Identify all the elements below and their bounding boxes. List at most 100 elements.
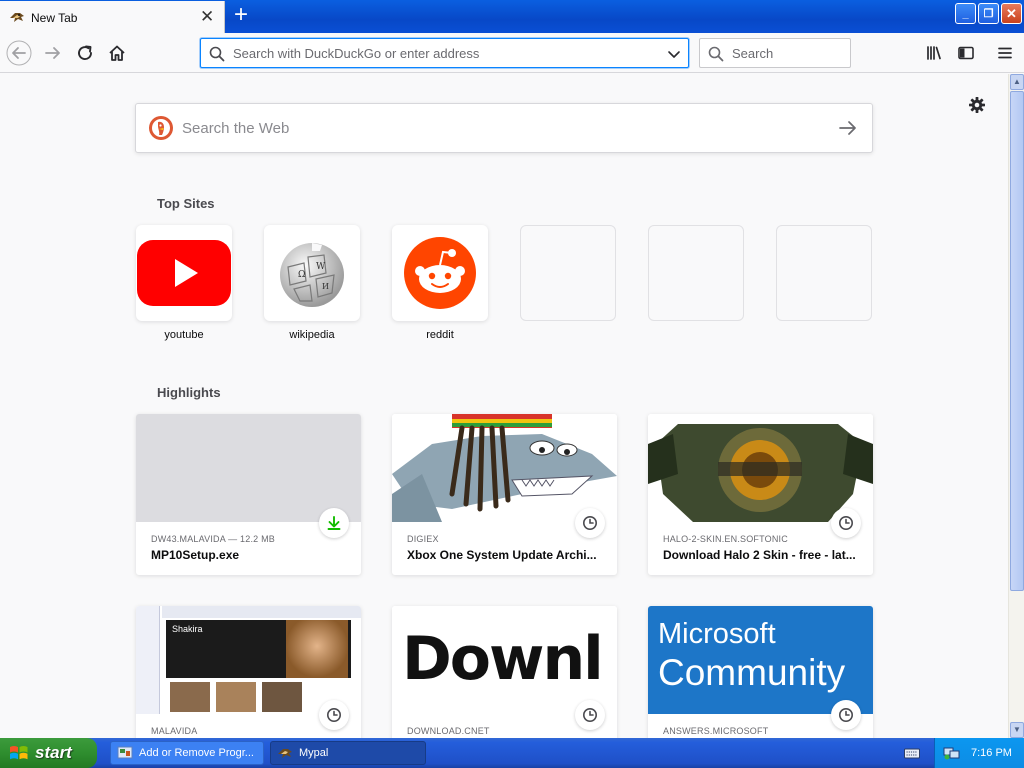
windows-taskbar: start Add or Remove Progr... Mypal 7:16 … [0,738,1024,768]
highlight-title: Xbox One System Update Archi... [407,548,597,562]
library-icon [927,46,941,60]
top-site-wikipedia[interactable]: Ω W И wikipedia [264,225,360,341]
highlight-source: DOWNLOAD.CNET [407,726,490,736]
taskbar-item-mypal[interactable]: Mypal [270,741,426,765]
highlight-thumbnail [392,414,617,522]
mypal-icon [10,13,24,22]
minimize-button[interactable]: _ [955,3,976,24]
top-site-empty[interactable] [520,225,616,321]
web-search-input[interactable] [182,118,782,138]
top-site-reddit[interactable]: reddit [392,225,488,341]
highlights-heading: Highlights [157,385,221,400]
control-panel-icon [117,746,133,759]
scrollbar-thumb[interactable] [1010,91,1024,591]
top-site-label: wikipedia [289,329,335,341]
highlight-thumbnail: Downl [392,606,617,714]
scroll-up-button[interactable]: ▲ [1010,74,1024,90]
reload-button[interactable] [72,40,98,66]
navigation-toolbar [0,33,1024,73]
highlight-thumbnail: Microsoft Community [648,606,873,714]
cartoon-shark-image [392,414,617,522]
top-sites-grid: youtube Ω W И wikipedia reddit [136,225,876,355]
new-tab-button[interactable]: + [231,3,251,27]
menu-button[interactable] [992,40,1018,66]
search-input[interactable] [732,44,842,62]
gear-icon[interactable] [966,94,988,116]
highlight-source: ANSWERS.MICROSOFT [663,726,769,736]
empty-tile[interactable] [648,225,744,321]
reload-icon [78,45,92,60]
highlight-card[interactable]: DW43.MALAVIDA — 12.2 MB MP10Setup.exe [136,414,361,575]
top-site-youtube[interactable]: youtube [136,225,232,341]
highlight-meta: DIGIEX Xbox One System Update Archi... [392,522,617,575]
highlight-source: DW43.MALAVIDA — 12.2 MB [151,534,275,544]
highlight-meta: HALO-2-SKIN.EN.SOFTONIC Download Halo 2 … [648,522,873,575]
taskbar-item-label: Mypal [299,747,329,759]
sidebar-icon [958,46,974,60]
address-input[interactable] [233,44,653,62]
search-icon [209,46,225,62]
taskbar-item-label: Add or Remove Progr... [139,747,254,759]
taskbar-item-add-remove[interactable]: Add or Remove Progr... [110,741,264,765]
highlight-source: MALAVIDA [151,726,198,736]
top-site-label: youtube [164,329,204,341]
highlight-title: MP10Setup.exe [151,548,240,562]
tab-close-icon[interactable]: ✕ [200,8,214,26]
start-button[interactable]: start [0,738,97,768]
arrow-right-icon[interactable] [838,119,858,137]
network-icon[interactable] [943,745,961,761]
top-site-tile[interactable] [136,225,232,321]
svg-text:И: И [322,282,329,291]
highlight-card[interactable]: Downl DOWNLOAD.CNET [392,606,617,738]
scroll-down-button[interactable]: ▼ [1010,722,1024,738]
duckduckgo-logo [149,116,173,140]
system-tray: 7:16 PM [934,738,1024,768]
highlight-card[interactable]: DIGIEX Xbox One System Update Archi... [392,414,617,575]
back-button[interactable] [6,40,32,66]
svg-text:W: W [316,262,326,272]
home-icon [109,45,125,61]
search-bar[interactable] [699,38,851,68]
wikipedia-logo: Ω W И [280,243,344,307]
keyboard-icon[interactable] [904,746,920,760]
vertical-scrollbar[interactable]: ▲ ▼ [1008,74,1024,738]
back-arrow-icon [6,40,32,66]
halo-skin-image [648,424,873,522]
restore-button[interactable]: ❐ [978,3,999,24]
top-site-empty[interactable] [648,225,744,321]
top-sites-heading: Top Sites [157,196,215,211]
close-window-button[interactable]: ✕ [1001,3,1022,24]
tab-title: New Tab [31,11,78,25]
mypal-icon [278,749,292,758]
empty-tile[interactable] [776,225,872,321]
chevron-down-icon[interactable] [666,46,682,62]
highlight-meta: DW43.MALAVIDA — 12.2 MB MP10Setup.exe [136,522,361,575]
forward-button[interactable] [40,40,66,66]
clock: 7:16 PM [971,747,1012,759]
reddit-logo [404,237,476,309]
highlight-card[interactable]: HALO-2-SKIN.EN.SOFTONIC Download Halo 2 … [648,414,873,575]
highlight-card[interactable]: Shakira MALAVIDA [136,606,361,738]
top-site-empty[interactable] [776,225,872,321]
thumbnail-text-line1: Microsoft [658,618,776,650]
thumbnail-text: Downl [402,624,604,694]
highlight-meta: ANSWERS.MICROSOFT [648,714,873,738]
highlight-card[interactable]: Microsoft Community ANSWERS.MICROSOFT [648,606,873,738]
top-site-tile[interactable]: Ω W И [264,225,360,321]
search-icon [708,46,724,62]
home-button[interactable] [104,40,130,66]
sidebar-button[interactable] [953,40,979,66]
empty-tile[interactable] [520,225,616,321]
web-search-box[interactable] [135,103,873,153]
top-site-tile[interactable] [392,225,488,321]
tab-new-tab[interactable]: New Tab ✕ [0,1,225,33]
new-tab-page: Top Sites youtube [0,74,1008,738]
start-label: start [35,743,72,762]
highlight-thumbnail [136,414,361,522]
window-titlebar: New Tab ✕ + _ ❐ ✕ [0,0,1024,33]
svg-text:Ω: Ω [298,270,305,280]
forward-arrow-icon [45,47,60,59]
highlight-meta: MALAVIDA [136,714,361,738]
library-button[interactable] [921,40,947,66]
address-bar[interactable] [200,38,689,68]
